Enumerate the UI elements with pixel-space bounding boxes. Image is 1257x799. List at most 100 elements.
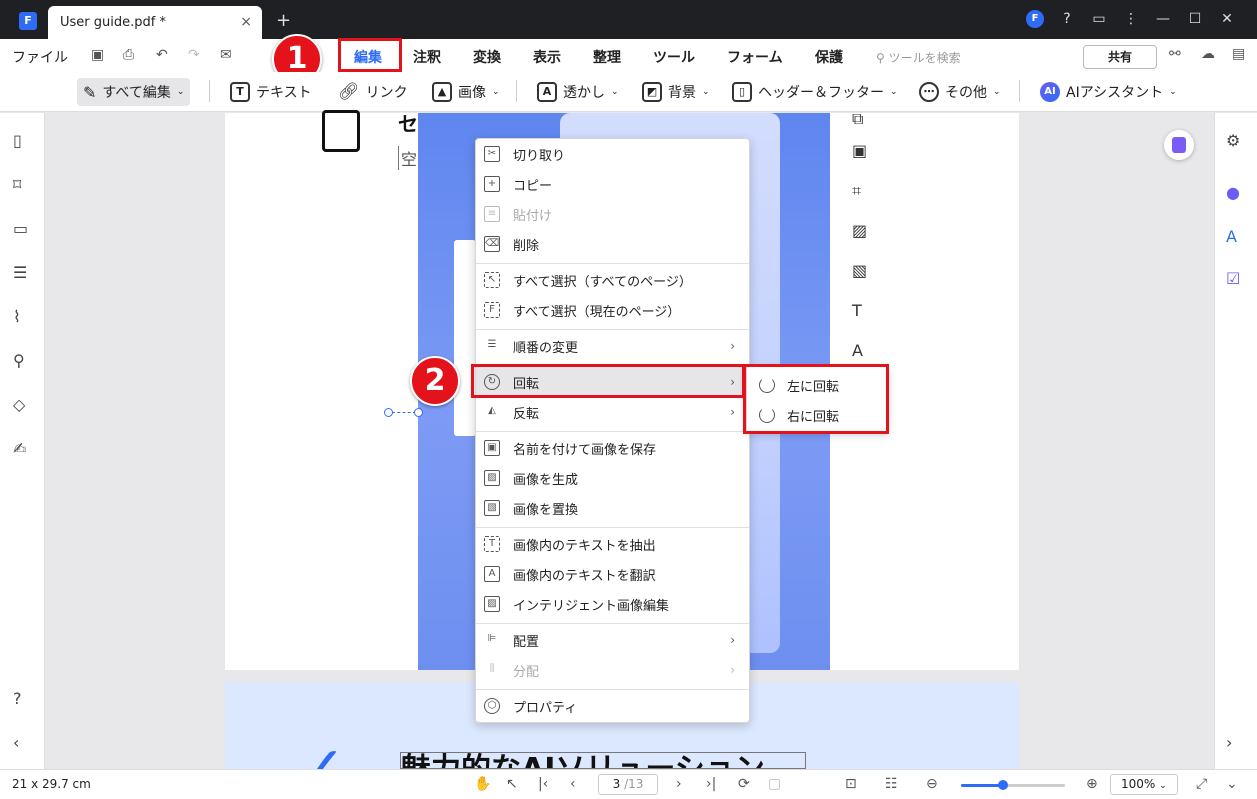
ai-robot-icon[interactable]: ● — [1226, 183, 1240, 202]
menu-item-align[interactable]: ⊫ 配置 › — [476, 625, 749, 655]
tab-organize[interactable]: 整理 — [593, 47, 621, 67]
menu-item-intelligent-edit[interactable]: ▨ インテリジェント画像編集 — [476, 589, 749, 619]
menu-item-translate-text[interactable]: A 画像内のテキストを翻訳 — [476, 559, 749, 589]
window-close-icon[interactable]: ✕ — [1211, 9, 1243, 29]
maximize-icon[interactable]: ☐ — [1179, 9, 1211, 29]
fullscreen-icon[interactable]: ⤢ — [1196, 776, 1207, 792]
ai-assistant-button[interactable]: AI AIアシスタント ⌄ — [1040, 78, 1177, 106]
menu-item-extract-text[interactable]: T 画像内のテキストを抽出 — [476, 529, 749, 559]
menu-item-flip[interactable]: ◭ 反転 › — [476, 397, 749, 427]
tab-tools[interactable]: ツール — [653, 47, 695, 67]
page-number-input[interactable]: 3 /13 — [598, 774, 658, 795]
close-icon[interactable]: × — [240, 14, 252, 30]
redo-icon[interactable]: ↷ — [188, 47, 200, 63]
last-page-icon[interactable]: ›| — [706, 776, 716, 792]
layers-icon[interactable]: ◇ — [13, 395, 25, 414]
text-tool-button[interactable]: T テキスト — [230, 78, 312, 106]
tab-comment[interactable]: 注釈 — [413, 47, 441, 67]
menu-item-select-all-pages[interactable]: ↖ すべて選択（すべてのページ） — [476, 265, 749, 295]
mail-icon[interactable]: ✉ — [220, 47, 232, 63]
menu-item-select-current-page[interactable]: F すべて選択（現在のページ） — [476, 295, 749, 325]
upload-cloud-icon[interactable]: ☁ — [1201, 46, 1215, 62]
image-tool-button[interactable]: ▲ 画像 ⌄ — [432, 78, 500, 106]
select-tool-icon[interactable]: ↖ — [506, 776, 518, 792]
menu-item-generate-image[interactable]: ▨ 画像を生成 — [476, 463, 749, 493]
menu-item-copy[interactable]: + コピー — [476, 169, 749, 199]
collapse-right-icon[interactable]: › — [1226, 733, 1232, 752]
brand-icon[interactable]: F — [1026, 10, 1044, 28]
bookmark-icon[interactable]: ⌑ — [13, 175, 21, 194]
more-icon[interactable]: ⋮ — [1115, 9, 1147, 29]
feedback-icon[interactable]: ▭ — [1083, 9, 1115, 29]
menu-item-delete[interactable]: ⌫ 削除 — [476, 229, 749, 259]
page-thumbnail-icon[interactable]: ▯ — [13, 131, 22, 150]
edit-all-button[interactable]: ✎ すべて編集 ⌄ — [77, 78, 191, 106]
attachment-icon[interactable]: ⌇ — [13, 307, 21, 326]
rotate-page-icon[interactable]: ⟳ — [738, 776, 750, 792]
save-icon[interactable]: ▣ — [91, 47, 104, 63]
menu-divider — [476, 263, 749, 264]
undo-icon[interactable]: ↶ — [156, 47, 168, 63]
floating-ai-button[interactable] — [1164, 130, 1194, 160]
expand-panel-icon[interactable]: ⌄ — [1226, 776, 1238, 792]
copy-image-icon[interactable]: ⧉ — [852, 109, 863, 129]
menu-item-replace-image[interactable]: ▧ 画像を置換 — [476, 493, 749, 523]
translate-icon[interactable]: A — [1226, 227, 1237, 246]
search-icon[interactable]: ⚲ — [13, 351, 25, 370]
properties-sliders-icon[interactable]: ⚙ — [1226, 131, 1240, 150]
first-page-icon[interactable]: |‹ — [538, 776, 548, 792]
search-input[interactable]: ツールを検索 — [889, 51, 961, 65]
zoom-level-select[interactable]: 100% ⌄ — [1110, 774, 1178, 795]
extract-text-icon[interactable]: T — [852, 301, 862, 320]
signature-icon[interactable]: ✍ — [13, 439, 26, 458]
connect-icon[interactable]: ⚯ — [1169, 46, 1181, 62]
menu-item-save-image-as[interactable]: ▣ 名前を付けて画像を保存 — [476, 433, 749, 463]
tab-view[interactable]: 表示 — [533, 47, 561, 67]
crop-icon[interactable]: ⌗ — [852, 181, 861, 201]
menu-item-reorder[interactable]: ☰ 順番の変更 › — [476, 331, 749, 361]
link-tool-button[interactable]: 🔗︎ リンク — [338, 78, 408, 106]
next-page-icon[interactable]: › — [676, 776, 682, 792]
help-icon[interactable]: ? — [1051, 9, 1083, 29]
tab-form[interactable]: フォーム — [727, 47, 783, 67]
fit-page-icon[interactable]: ▢ — [768, 776, 781, 792]
document-tab[interactable]: User guide.pdf * × — [48, 6, 262, 39]
tab-convert[interactable]: 変換 — [473, 47, 501, 67]
hand-tool-icon[interactable]: ✋ — [474, 776, 491, 792]
page-layout-icon[interactable]: ☷ — [885, 776, 898, 792]
share-button[interactable]: 共有 — [1083, 45, 1157, 69]
toolbar-divider — [1019, 80, 1020, 102]
print-icon[interactable]: ⎙ — [123, 47, 134, 63]
resize-handle[interactable] — [414, 408, 423, 417]
save-image-icon[interactable]: ▣ — [852, 141, 867, 160]
tool-search[interactable]: ⚲ ツールを検索 — [876, 49, 961, 66]
menu-item-properties[interactable]: ⬡ プロパティ — [476, 691, 749, 721]
menu-item-distribute[interactable]: ⫼ 分配 › — [476, 655, 749, 685]
comment-icon[interactable]: ▭ — [13, 219, 28, 238]
watermark-tool-button[interactable]: A 透かし ⌄ — [537, 78, 619, 106]
help-circle-icon[interactable]: ? — [13, 689, 22, 708]
page-fit-icon[interactable]: ⊡ — [845, 776, 857, 792]
minimize-icon[interactable]: — — [1147, 9, 1179, 29]
zoom-out-icon[interactable]: ⊖ — [926, 776, 938, 792]
prev-page-icon[interactable]: ‹ — [570, 776, 576, 792]
replace-image-icon[interactable]: ▧ — [852, 261, 867, 280]
menu-item-cut[interactable]: ✂ 切り取り — [476, 139, 749, 169]
new-tab-button[interactable]: + — [276, 10, 291, 31]
rotation-handle[interactable] — [384, 408, 393, 417]
collapse-left-icon[interactable]: ‹ — [13, 733, 19, 752]
header-footer-tool-button[interactable]: ▯ ヘッダー＆フッター ⌄ — [732, 78, 898, 106]
panel-icon[interactable]: ▤ — [1232, 46, 1245, 62]
file-menu[interactable]: ファイル — [12, 47, 68, 67]
tab-protect[interactable]: 保護 — [815, 47, 843, 67]
translate-image-icon[interactable]: A — [852, 341, 863, 360]
zoom-in-icon[interactable]: ⊕ — [1086, 776, 1098, 792]
background-tool-button[interactable]: ◩ 背景 ⌄ — [642, 78, 710, 106]
generate-image-icon[interactable]: ▨ — [852, 221, 867, 240]
more-tools-button[interactable]: ⋯ その他 ⌄ — [919, 78, 1001, 106]
menu-item-paste[interactable]: ≡ 貼付け — [476, 199, 749, 229]
zoom-slider[interactable] — [961, 780, 1065, 790]
layers-list-icon[interactable]: ☰ — [13, 263, 27, 282]
zoom-slider-handle[interactable] — [997, 780, 1008, 790]
checklist-icon[interactable]: ☑ — [1226, 269, 1240, 288]
